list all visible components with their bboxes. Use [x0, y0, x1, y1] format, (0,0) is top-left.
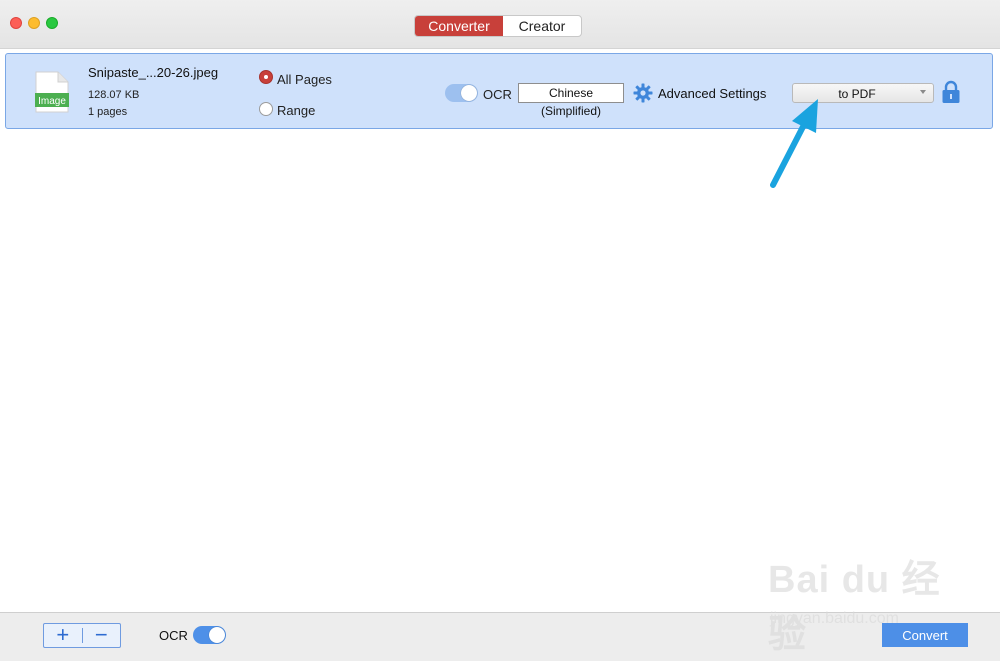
chevron-down-icon — [920, 90, 926, 94]
global-ocr-label: OCR — [159, 628, 188, 643]
close-window-button[interactable] — [10, 17, 22, 29]
watermark-brand: Bai du 经验 — [768, 559, 941, 656]
svg-text:Image: Image — [38, 96, 66, 107]
file-list-row[interactable]: Image Snipaste_...20-26.jpeg 128.07 KB 1… — [5, 53, 993, 129]
title-bar: Converter Creator — [0, 0, 1000, 49]
file-size: 128.07 KB — [88, 89, 140, 101]
ocr-toggle[interactable] — [445, 84, 478, 102]
range-radio[interactable] — [259, 102, 273, 116]
annotation-arrow-icon — [770, 99, 818, 188]
all-pages-radio[interactable] — [259, 70, 273, 84]
file-name: Snipaste_...20-26.jpeg — [88, 65, 219, 80]
advanced-settings-link[interactable]: Advanced Settings — [658, 86, 766, 101]
gear-icon[interactable] — [633, 83, 653, 103]
all-pages-label[interactable]: All Pages — [277, 72, 332, 87]
zoom-window-button[interactable] — [46, 17, 58, 29]
global-ocr-toggle[interactable] — [193, 626, 226, 644]
baidu-watermark: Bai du 经验 jingyan.baidu.com — [768, 548, 948, 656]
watermark-site: jingyan.baidu.com — [770, 610, 899, 627]
minimize-window-button[interactable] — [28, 17, 40, 29]
image-file-icon: Image — [35, 71, 69, 113]
tab-creator[interactable]: Creator — [503, 16, 581, 36]
ocr-language-select[interactable]: Chinese (Simplified) — [518, 83, 624, 118]
range-label[interactable]: Range — [277, 103, 315, 118]
global-ocr-toggle-knob — [209, 627, 225, 643]
ocr-label: OCR — [483, 87, 512, 102]
file-page-count: 1 pages — [88, 106, 128, 118]
remove-file-button[interactable]: − — [83, 624, 121, 647]
mode-segmented-control: Converter Creator — [414, 15, 582, 37]
add-remove-control: + − — [43, 623, 121, 648]
tab-converter[interactable]: Converter — [415, 16, 503, 36]
lock-icon[interactable] — [941, 80, 961, 104]
ocr-toggle-knob — [461, 85, 477, 101]
add-file-button[interactable]: + — [44, 624, 82, 647]
